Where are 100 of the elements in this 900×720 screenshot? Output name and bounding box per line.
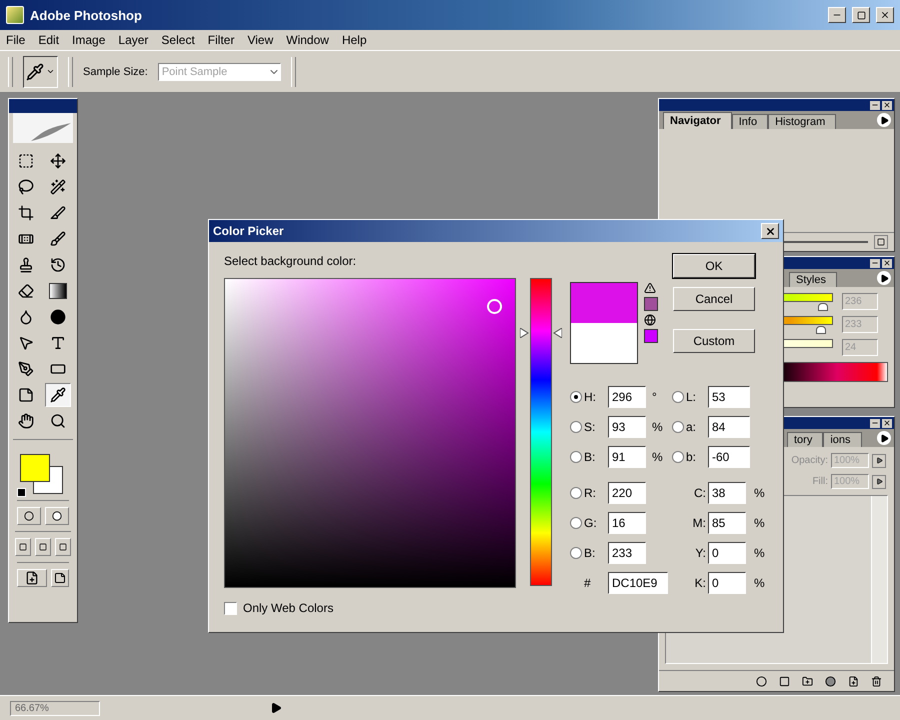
value-field[interactable]: 0 [708, 542, 746, 564]
arrow-button[interactable] [872, 454, 886, 468]
slider-thumb[interactable] [818, 303, 828, 311]
eyedropper-icon [50, 387, 66, 403]
radio-button[interactable] [672, 421, 684, 433]
radio-button[interactable] [570, 391, 582, 403]
quick-mask-button[interactable] [45, 507, 69, 525]
triangle-icon[interactable] [270, 702, 282, 714]
value-field[interactable]: 38 [708, 482, 746, 504]
menu-item[interactable]: File [6, 33, 26, 47]
value-field[interactable]: 84 [708, 416, 750, 438]
menu-item[interactable]: Help [342, 33, 367, 47]
close-button[interactable] [761, 223, 779, 239]
menu-item[interactable]: Filter [208, 33, 234, 47]
dialog-button[interactable]: Custom [673, 329, 755, 353]
adjustment-icon[interactable] [825, 676, 836, 686]
radio-button[interactable] [570, 547, 582, 559]
value-field[interactable]: 296 [608, 386, 646, 408]
menu-item[interactable]: Layer [118, 33, 148, 47]
hue-slider-handle[interactable] [520, 328, 562, 338]
close-button[interactable] [876, 7, 894, 23]
web-color-chip[interactable] [644, 329, 658, 343]
web-cube-icon[interactable] [644, 314, 656, 326]
hand-icon [18, 413, 34, 429]
circle-icon [52, 511, 62, 521]
value-field[interactable]: -60 [708, 446, 750, 468]
value-field[interactable]: 233 [608, 542, 646, 564]
radio-button[interactable] [570, 517, 582, 529]
radio-button[interactable] [672, 391, 684, 403]
warning-icon[interactable] [644, 282, 656, 294]
close-button[interactable] [882, 100, 892, 110]
field-label: R: [584, 486, 597, 500]
square-icon [59, 543, 67, 551]
folder-icon[interactable] [802, 676, 813, 686]
zoom-icon [50, 413, 66, 429]
palette-tab[interactable]: Histogram [768, 114, 836, 129]
style-icon[interactable] [756, 676, 767, 686]
value-field[interactable]: 91 [608, 446, 646, 468]
menu-item[interactable]: Window [286, 33, 329, 47]
radio-button[interactable] [672, 451, 684, 463]
value-field[interactable]: 220 [608, 482, 646, 504]
maximize-button[interactable] [852, 7, 870, 23]
value-field[interactable]: 85 [708, 512, 746, 534]
minimize-button[interactable] [870, 100, 880, 110]
unit-label: % [651, 420, 664, 434]
close-button[interactable] [882, 258, 892, 268]
fill-label: Fill: [812, 476, 828, 487]
scrollbar[interactable] [871, 496, 887, 663]
minimize-button[interactable] [870, 418, 880, 428]
page-icon [54, 572, 66, 584]
value-field[interactable]: 0 [708, 572, 746, 594]
minimize-button[interactable] [870, 258, 880, 268]
minimize-button[interactable] [828, 7, 846, 23]
tool-button[interactable] [45, 383, 71, 407]
radio-button[interactable] [570, 451, 582, 463]
eyedropper-icon [26, 62, 44, 80]
palette-tab[interactable]: Styles [789, 272, 837, 287]
radio-button[interactable] [570, 421, 582, 433]
screen-mode-button[interactable] [55, 538, 71, 556]
color-marker-icon[interactable] [487, 299, 502, 314]
palette-menu-button[interactable] [877, 431, 891, 445]
commit-button[interactable] [51, 569, 69, 587]
close-button[interactable] [882, 418, 892, 428]
dialog-title: Color Picker [213, 224, 284, 238]
standard-mode-button[interactable] [17, 507, 41, 525]
value-field[interactable]: 93 [608, 416, 646, 438]
new-layer-icon[interactable] [848, 676, 859, 686]
arrow-button[interactable] [872, 474, 886, 488]
app-icon [6, 6, 24, 24]
dialog-button[interactable]: OK [673, 254, 755, 278]
saturation-brightness-field[interactable] [224, 278, 516, 588]
close-icon [883, 101, 891, 109]
palette-menu-button[interactable] [877, 271, 891, 285]
hue-slider[interactable] [520, 278, 562, 586]
checkbox[interactable] [224, 602, 237, 614]
slider-thumb[interactable] [816, 326, 826, 334]
mask-icon[interactable] [779, 676, 790, 686]
tool-preset-button[interactable] [23, 56, 58, 88]
screen-mode-button[interactable] [15, 538, 31, 556]
palette-tab[interactable]: Info [732, 114, 768, 129]
zoom-in-button[interactable] [874, 235, 888, 249]
menu-item[interactable]: Edit [38, 33, 60, 47]
stamp-icon [18, 257, 34, 273]
brush-icon [50, 231, 66, 247]
trash-icon[interactable] [871, 676, 882, 686]
radio-button[interactable] [570, 487, 582, 499]
value-field[interactable]: 16 [608, 512, 646, 534]
screen-mode-button[interactable] [35, 538, 51, 556]
dialog-button[interactable]: Cancel [673, 287, 755, 311]
field-label: C: [693, 486, 707, 500]
menu-item[interactable]: Select [161, 33, 195, 47]
menu-item[interactable]: View [247, 33, 274, 47]
palette-menu-button[interactable] [877, 113, 891, 127]
hex-field[interactable]: DC10E9 [608, 572, 668, 594]
palette-tab[interactable]: Navigator [663, 112, 732, 129]
menu-item[interactable]: Image [72, 33, 106, 47]
gamut-color-chip[interactable] [644, 297, 658, 311]
value-field[interactable]: 53 [708, 386, 750, 408]
triangle-icon [880, 274, 888, 282]
jump-to-button[interactable] [17, 569, 47, 587]
